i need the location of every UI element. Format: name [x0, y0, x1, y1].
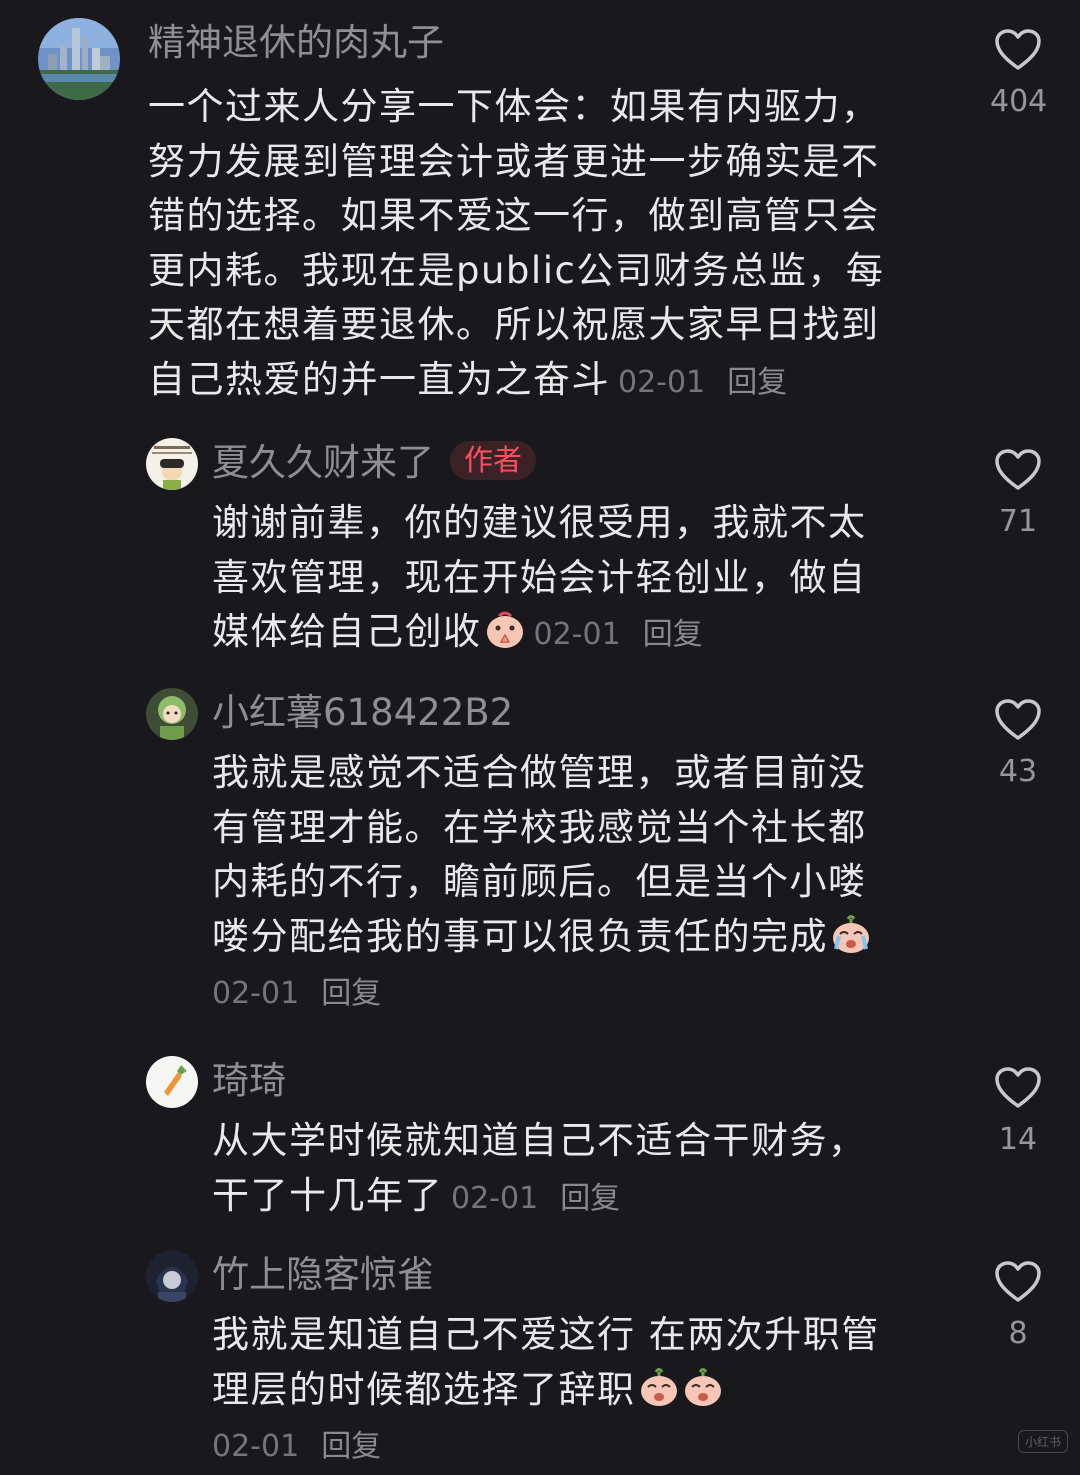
reply-button[interactable]: 回复 — [560, 1181, 620, 1216]
comment-date: 02-01 — [618, 364, 706, 400]
heart-outline-icon — [995, 1067, 1041, 1108]
comment-meta: 02-01 回复 — [212, 976, 381, 1011]
comment-text: 一个过来人分享一下体会：如果有内驱力， 努力发展到管理会计或者更进一步确实是不 … — [148, 80, 948, 410]
comment-line-last: 干了十几年了 02-01 回复 — [212, 1169, 972, 1227]
comment-line: 有管理才能。在学校我感觉当个社长都 — [212, 805, 867, 849]
reply-button[interactable]: 回复 — [321, 976, 381, 1011]
comment-line: 从大学时候就知道自己不适合干财务， — [212, 1119, 867, 1162]
comment-date: 02-01 — [533, 617, 621, 652]
comment-meta-line: 02-01 回复 — [212, 964, 972, 1022]
comment-line-last: 理层的时候都选择了辞职 — [212, 1363, 972, 1418]
like-count: 43 — [998, 754, 1038, 789]
username[interactable]: 小红薯618422B2 — [212, 694, 513, 731]
avatar[interactable] — [146, 1250, 198, 1302]
heart-outline-icon — [995, 29, 1041, 70]
avatar[interactable] — [146, 1056, 198, 1108]
comment-meta: 02-01 回复 — [212, 1429, 381, 1464]
pray-emoji-icon — [486, 611, 523, 648]
username: 夏久久财来了 作者 — [212, 441, 537, 484]
username[interactable]: 精神退休的肉丸子 — [148, 24, 444, 61]
comment-line: 理层的时候都选择了辞职 — [212, 1367, 636, 1411]
comment-text: 我就是感觉不适合做管理，或者目前没 有管理才能。在学校我感觉当个社长都 内耗的不… — [212, 746, 972, 1022]
comment-date: 02-01 — [451, 1180, 539, 1216]
comment-meta: 02-01 回复 — [451, 1181, 620, 1216]
heart-outline-icon — [995, 1261, 1041, 1302]
like-button[interactable]: 71 — [990, 448, 1046, 539]
crying-emoji-icon — [640, 1367, 677, 1406]
comment-line: 一个过来人分享一下体会：如果有内驱力， — [148, 85, 880, 128]
like-count: 8 — [1008, 1316, 1028, 1351]
comment-line: 媒体给自己创收 — [212, 610, 482, 653]
heart-outline-icon — [995, 699, 1041, 740]
author-badge: 作者 — [450, 441, 537, 480]
comment-text: 从大学时候就知道自己不适合干财务， 干了十几年了 02-01 回复 — [212, 1114, 972, 1226]
comment-text: 我就是知道自己不爱这行 在两次升职管 理层的时候都选择了辞职 02-01 回复 — [212, 1308, 972, 1475]
comment-meta: 02-01 回复 — [618, 365, 787, 400]
comment-date: 02-01 — [212, 976, 300, 1011]
like-count: 404 — [990, 84, 1048, 119]
reply-button[interactable]: 回复 — [727, 365, 787, 400]
comment-line: 我就是感觉不适合做管理，或者目前没 — [212, 751, 867, 794]
comment-line-last: 喽分配给我的事可以很负责任的完成 — [212, 910, 972, 965]
comment-line: 内耗的不行，瞻前顾后。但是当个小喽 — [212, 860, 867, 903]
heart-outline-icon — [995, 449, 1041, 490]
username[interactable]: 竹上隐客惊雀 — [212, 1256, 434, 1293]
comment-meta-line: 02-01 回复 — [212, 1417, 972, 1475]
like-button[interactable]: 404 — [990, 28, 1048, 119]
comment-line: 更内耗。我现在是public公司财务总监，每 — [148, 248, 885, 292]
crying-emoji-icon — [684, 1367, 721, 1406]
like-button[interactable]: 8 — [990, 1260, 1046, 1351]
username[interactable]: 琦琦 — [212, 1062, 286, 1099]
comment-line: 谢谢前辈，你的建议很受用，我就不太 — [212, 501, 867, 544]
crying-emoji-icon — [833, 914, 869, 953]
like-count: 14 — [998, 1122, 1038, 1157]
comment-date: 02-01 — [212, 1429, 300, 1464]
comment-line-last: 自己热爱的并一直为之奋斗 02-01 回复 — [148, 353, 948, 411]
username-text[interactable]: 夏久久财来了 — [212, 441, 434, 484]
avatar[interactable] — [146, 688, 198, 740]
avatar[interactable] — [146, 438, 198, 490]
comment-line: 天都在想着要退休。所以祝愿大家早日找到 — [148, 303, 880, 346]
comment-line: 喜欢管理，现在开始会计轻创业，做自 — [212, 555, 867, 599]
like-button[interactable]: 43 — [990, 698, 1046, 789]
comment-line: 喽分配给我的事可以很负责任的完成 — [212, 914, 828, 958]
comment-line: 我就是知道自己不爱这行 在两次升职管 — [212, 1313, 880, 1356]
comment-meta: 02-01 回复 — [534, 617, 703, 652]
comment-line: 错的选择。如果不爱这一行，做到高管只会 — [148, 194, 880, 237]
avatar[interactable] — [38, 18, 120, 100]
comment-line: 干了十几年了 — [212, 1173, 443, 1217]
like-count: 71 — [998, 504, 1038, 539]
reply-button[interactable]: 回复 — [643, 617, 703, 652]
reply-button[interactable]: 回复 — [321, 1429, 381, 1464]
watermark: 小红书 — [1017, 1430, 1068, 1453]
comment-line: 努力发展到管理会计或者更进一步确实是不 — [148, 139, 880, 183]
comment-line-last: 媒体给自己创收 02-01 回复 — [212, 605, 952, 663]
like-button[interactable]: 14 — [990, 1066, 1046, 1157]
comment-text: 谢谢前辈，你的建议很受用，我就不太 喜欢管理，现在开始会计轻创业，做自 媒体给自… — [212, 496, 952, 663]
comment-line: 自己热爱的并一直为之奋斗 — [148, 357, 610, 401]
